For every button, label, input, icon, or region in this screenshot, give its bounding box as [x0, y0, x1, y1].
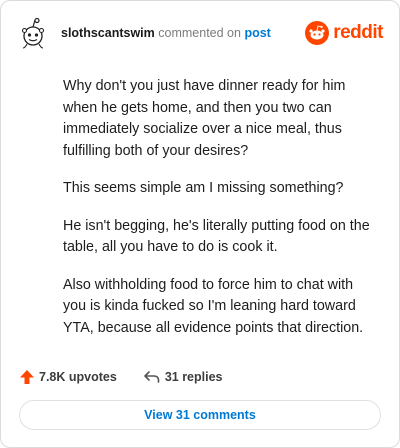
upvote-arrow-icon: [20, 370, 34, 384]
reddit-logo[interactable]: reddit: [305, 19, 383, 47]
replies-button[interactable]: 31 replies: [143, 369, 223, 385]
comment-paragraph: He isn't begging, he's literally putting…: [63, 217, 370, 256]
reply-arrow-icon: [144, 371, 160, 383]
comment-actions: 7.8K upvotes 31 replies: [19, 367, 223, 387]
comment-paragraph: Also withholding food to force him to ch…: [63, 276, 364, 336]
action-text: commented on: [158, 26, 241, 40]
post-link[interactable]: post: [244, 26, 270, 40]
reddit-wordmark: reddit: [333, 22, 383, 43]
comment-body: Why don't you just have dinner ready for…: [63, 76, 379, 355]
replies-count: 31 replies: [164, 370, 223, 384]
comment-paragraph: Why don't you just have dinner ready for…: [63, 78, 346, 159]
upvote-button[interactable]: 7.8K upvotes: [19, 369, 117, 385]
comment-paragraph: This seems simple am I missing something…: [63, 180, 344, 196]
username-link[interactable]: slothscantswim: [61, 26, 155, 40]
view-comments-button[interactable]: View 31 comments: [19, 400, 381, 430]
comment-header: slothscantswim commented on post reddit: [17, 15, 383, 51]
snoo-avatar-icon[interactable]: [17, 17, 49, 49]
comment-card: slothscantswim commented on post reddit …: [0, 0, 400, 448]
comment-meta: slothscantswim commented on post: [61, 26, 271, 40]
reddit-logo-icon: [305, 21, 330, 45]
upvotes-count: 7.8K upvotes: [39, 370, 117, 384]
